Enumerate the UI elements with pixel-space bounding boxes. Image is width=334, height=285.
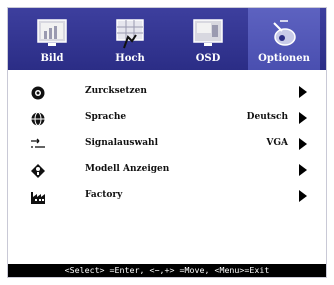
advanced-icon bbox=[116, 19, 144, 49]
help-bar: <Select> =Enter, <−,+> =Move, <Menu>=Exi… bbox=[8, 264, 326, 277]
tab-label: Bild bbox=[40, 53, 64, 64]
tab-bar: Bild Hoch OSD Optionen bbox=[8, 8, 326, 70]
model-info-icon bbox=[31, 164, 45, 178]
tab-optionen[interactable]: Optionen bbox=[248, 8, 320, 70]
options-list: Zurcksetzen Sprache Deutsch Signalauswah… bbox=[8, 82, 326, 212]
right-arrow-icon bbox=[299, 86, 307, 98]
osd-icon bbox=[193, 19, 223, 46]
tab-bild[interactable]: Bild bbox=[16, 8, 88, 70]
tab-label: Optionen bbox=[258, 53, 310, 64]
options-icon bbox=[273, 20, 296, 46]
menu-item-label: Modell Anzeigen bbox=[85, 164, 170, 174]
signal-input-icon bbox=[31, 138, 45, 148]
menu-item-value: Deutsch bbox=[246, 112, 288, 122]
reset-icon bbox=[31, 86, 45, 100]
tab-label: Hoch bbox=[115, 53, 145, 64]
osd-menu: Bild Hoch OSD Optionen Zurcksetzen Sprac… bbox=[7, 7, 327, 278]
menu-item-factory[interactable]: Factory bbox=[8, 186, 326, 212]
right-arrow-icon bbox=[299, 138, 307, 150]
menu-item-zurcksetzen[interactable]: Zurcksetzen bbox=[8, 82, 326, 108]
tab-osd[interactable]: OSD bbox=[172, 8, 244, 70]
menu-item-value: VGA bbox=[266, 138, 288, 148]
menu-item-signalauswahl[interactable]: Signalauswahl VGA bbox=[8, 134, 326, 160]
right-arrow-icon bbox=[299, 112, 307, 124]
menu-item-label: Factory bbox=[85, 190, 123, 200]
right-arrow-icon bbox=[299, 164, 307, 176]
menu-item-modell-anzeigen[interactable]: Modell Anzeigen bbox=[8, 160, 326, 186]
tab-label: OSD bbox=[195, 53, 221, 64]
right-arrow-icon bbox=[299, 190, 307, 202]
factory-icon bbox=[31, 192, 45, 204]
menu-item-sprache[interactable]: Sprache Deutsch bbox=[8, 108, 326, 134]
language-icon bbox=[31, 112, 45, 126]
tab-hoch[interactable]: Hoch bbox=[94, 8, 166, 70]
menu-item-label: Sprache bbox=[85, 112, 127, 122]
menu-item-label: Zurcksetzen bbox=[85, 86, 147, 96]
picture-icon bbox=[37, 19, 67, 46]
menu-item-label: Signalauswahl bbox=[85, 138, 158, 148]
